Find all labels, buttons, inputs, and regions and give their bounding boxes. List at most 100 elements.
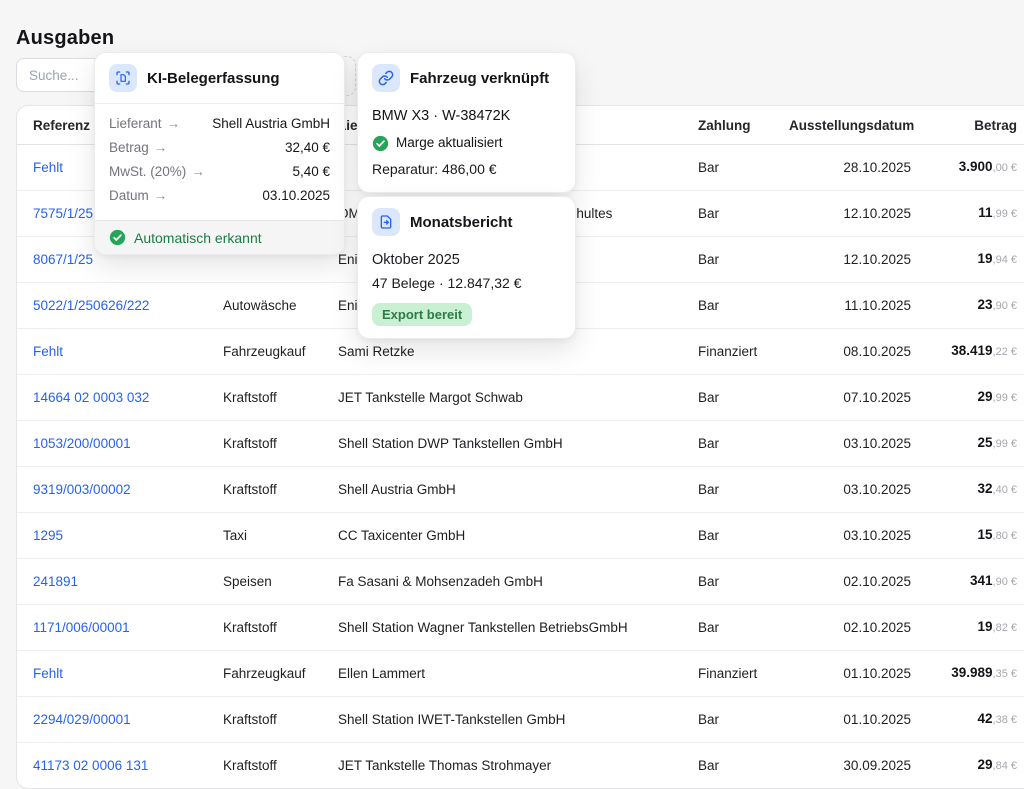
amount-cell: 32,40 € bbox=[911, 467, 1024, 513]
amount-cell: 19,94 € bbox=[911, 237, 1024, 283]
vendor-cell: CC Taxicenter GmbH bbox=[338, 528, 465, 543]
table-row[interactable]: 2294/029/00001 Kraftstoff Shell Station IW… bbox=[17, 697, 1024, 743]
table-row[interactable]: 1295TaxiCC Taxicenter GmbHBar03.10.20251… bbox=[17, 513, 1024, 559]
date-cell: 30.09.2025 bbox=[843, 758, 911, 773]
reference-link[interactable]: 8067/1/25 bbox=[33, 252, 93, 267]
reference-link[interactable]: 1171/006/00001 bbox=[33, 620, 130, 635]
amount-main: 38.419 bbox=[951, 343, 992, 358]
category-cell: Kraftstoff bbox=[223, 712, 277, 727]
table-row[interactable]: 9319/003/00002KraftstoffShell Austria Gm… bbox=[17, 467, 1024, 513]
payment-cell: Bar bbox=[698, 206, 719, 221]
amount-fraction: ,90 € bbox=[993, 576, 1017, 588]
payment-cell: Bar bbox=[698, 436, 719, 451]
export-ready-badge: Export bereit bbox=[372, 303, 472, 326]
category-cell: Fahrzeugkauf bbox=[223, 666, 306, 681]
vendor-cell: Ellen Lammert bbox=[338, 666, 425, 681]
table-row[interactable]: 14664 02 0003 032 Kraftstoff JET Tankstell… bbox=[17, 375, 1024, 421]
vendor-cell: Shell Station IWET-Tankstellen GmbH bbox=[338, 712, 565, 727]
file-export-icon bbox=[372, 208, 400, 236]
vendor-cell: Shell Station Wagner Tankstellen Betrieb… bbox=[338, 620, 628, 635]
vehicle-name: BMW X3 · W-38472K bbox=[372, 105, 561, 127]
reference-link[interactable]: 9319/003/00002 bbox=[33, 482, 131, 497]
table-row[interactable]: 1053/200/00001KraftstoffShell Station DW… bbox=[17, 421, 1024, 467]
report-summary: 47 Belege · 12.847,32 € bbox=[372, 273, 561, 293]
category-cell: Fahrzeugkauf bbox=[223, 344, 306, 359]
arrow-right-icon: → bbox=[167, 116, 181, 131]
ki-field: MwSt. (20%)→5,40 € bbox=[109, 160, 330, 184]
vendor-cell: JET Tankstelle Margot Schwab bbox=[338, 390, 523, 405]
repair-amount: Reparatur: 486,00 € bbox=[372, 159, 561, 179]
reference-link[interactable]: 7575/1/25 bbox=[33, 206, 93, 221]
payment-cell: Bar bbox=[698, 528, 719, 543]
reference-link[interactable]: 14664 02 0003 032 bbox=[33, 390, 149, 405]
amount-cell: 15,80 € bbox=[911, 513, 1024, 559]
table-row[interactable]: 41173 02 0006 131KraftstoffJET Tankstell… bbox=[17, 743, 1024, 789]
reference-link[interactable]: Fehlt bbox=[33, 344, 63, 359]
date-cell: 03.10.2025 bbox=[843, 528, 911, 543]
amount-fraction: ,80 € bbox=[993, 530, 1017, 542]
auto-detected-status: Automatisch erkannt bbox=[95, 220, 344, 254]
margin-updated-label: Marge aktualisiert bbox=[396, 133, 503, 153]
amount-fraction: ,35 € bbox=[993, 668, 1017, 680]
amount-main: 19 bbox=[978, 619, 993, 634]
amount-main: 29 bbox=[978, 389, 993, 404]
table-row[interactable]: FehltFahrzeugkaufEllen LammertFinanziert… bbox=[17, 651, 1024, 697]
field-value: 03.10.2025 bbox=[262, 184, 330, 208]
date-cell: 03.10.2025 bbox=[843, 482, 911, 497]
date-cell: 12.10.2025 bbox=[843, 206, 911, 221]
amount-fraction: ,99 € bbox=[993, 438, 1017, 450]
category-cell: Kraftstoff bbox=[223, 390, 277, 405]
ki-capture-card: KI-Belegerfassung Lieferant→Shell Austri… bbox=[94, 52, 345, 255]
amount-main: 15 bbox=[978, 527, 993, 542]
reference-link[interactable]: 2294/029/00001 bbox=[33, 712, 131, 727]
table-row[interactable]: 1171/006/00001KraftstoffShell Station Wa… bbox=[17, 605, 1024, 651]
amount-cell: 19,82 € bbox=[911, 605, 1024, 651]
vendor-cell: Shell Station DWP Tankstellen GmbH bbox=[338, 436, 563, 451]
amount-fraction: ,99 € bbox=[993, 392, 1017, 404]
category-cell: Autowäsche bbox=[223, 298, 297, 313]
category-cell: Kraftstoff bbox=[223, 482, 277, 497]
ki-card-title: KI-Belegerfassung bbox=[147, 70, 280, 87]
field-label: Datum bbox=[109, 188, 149, 203]
field-value: 5,40 € bbox=[292, 160, 330, 184]
reference-link[interactable]: 1295 bbox=[33, 528, 63, 543]
payment-cell: Bar bbox=[698, 758, 719, 773]
column-header-zahlung: Zahlung bbox=[698, 106, 789, 145]
amount-cell: 341,90 € bbox=[911, 559, 1024, 605]
page-title: Ausgaben bbox=[16, 27, 114, 50]
category-cell: Taxi bbox=[223, 528, 247, 543]
amount-main: 42 bbox=[978, 711, 993, 726]
amount-cell: 23,90 € bbox=[911, 283, 1024, 329]
amount-main: 32 bbox=[978, 481, 993, 496]
payment-cell: Bar bbox=[698, 390, 719, 405]
date-cell: 02.10.2025 bbox=[843, 574, 911, 589]
amount-cell: 42,38 € bbox=[911, 697, 1024, 743]
date-cell: 28.10.2025 bbox=[843, 160, 911, 175]
table-row[interactable]: 241891SpeisenFa Sasani & Mohsenzadeh Gmb… bbox=[17, 559, 1024, 605]
reference-link[interactable]: Fehlt bbox=[33, 666, 63, 681]
date-cell: 07.10.2025 bbox=[843, 390, 911, 405]
field-value: 32,40 € bbox=[285, 136, 330, 160]
payment-cell: Bar bbox=[698, 620, 719, 635]
reference-link[interactable]: 1053/200/00001 bbox=[33, 436, 131, 451]
date-cell: 12.10.2025 bbox=[843, 252, 911, 267]
vendor-cell: Sami Retzke bbox=[338, 344, 415, 359]
reference-link[interactable]: 41173 02 0006 131 bbox=[33, 758, 148, 773]
vendor-cell: Fa Sasani & Mohsenzadeh GmbH bbox=[338, 574, 543, 589]
amount-main: 23 bbox=[978, 297, 993, 312]
reference-link[interactable]: 5022/1/250626/222 bbox=[33, 298, 149, 313]
reference-link[interactable]: Fehlt bbox=[33, 160, 63, 175]
amount-main: 25 bbox=[978, 435, 993, 450]
payment-cell: Bar bbox=[698, 160, 719, 175]
vendor-cell: JET Tankstelle Thomas Strohmayer bbox=[338, 758, 551, 773]
date-cell: 01.10.2025 bbox=[843, 666, 911, 681]
amount-main: 3.900 bbox=[959, 159, 993, 174]
date-cell: 03.10.2025 bbox=[843, 436, 911, 451]
ki-field: Betrag→32,40 € bbox=[109, 136, 330, 160]
reference-link[interactable]: 241891 bbox=[33, 574, 78, 589]
amount-main: 341 bbox=[970, 573, 993, 588]
payment-cell: Bar bbox=[698, 574, 719, 589]
ki-fields: Lieferant→Shell Austria GmbHBetrag→32,40… bbox=[95, 104, 344, 220]
ki-field: Lieferant→Shell Austria GmbH bbox=[109, 112, 330, 136]
vehicle-card-title: Fahrzeug verknüpft bbox=[410, 70, 549, 87]
